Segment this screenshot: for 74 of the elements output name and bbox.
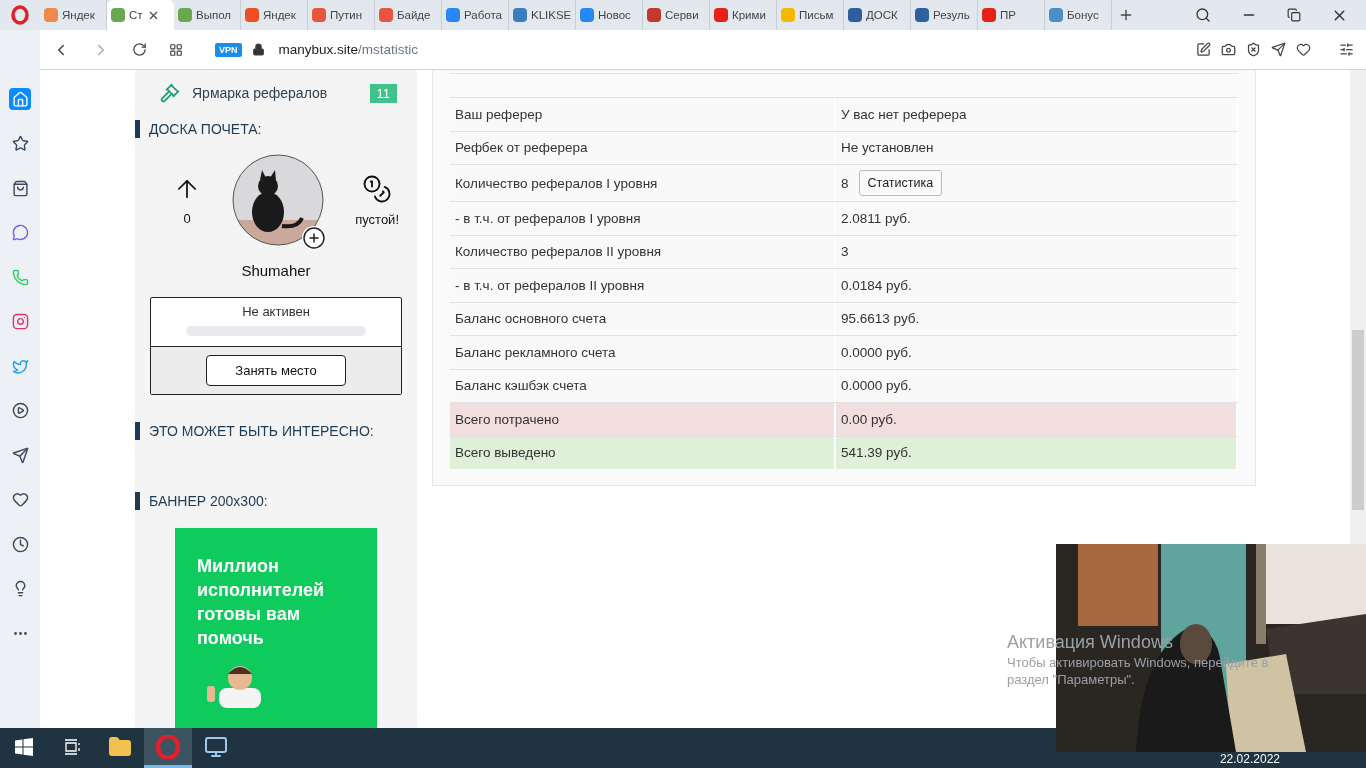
tabs-grid-icon[interactable] [169, 42, 183, 57]
row-value: 95.6613 руб. [841, 311, 920, 327]
shield-icon[interactable] [1246, 42, 1261, 57]
computer-icon [204, 734, 228, 759]
send-icon[interactable] [1271, 42, 1286, 57]
banner-text: Миллион исполнителей готовы вам помочь [197, 555, 325, 650]
browser-tab[interactable]: Выпол [174, 0, 241, 30]
coins-icon [362, 173, 393, 204]
add-icon[interactable] [302, 226, 327, 250]
browser-tab[interactable]: Крими [710, 0, 777, 30]
browser-tab[interactable]: ДОСК [844, 0, 911, 30]
up-count: 0 [183, 210, 191, 226]
clock-date: 22.02.2022 [1219, 752, 1280, 768]
browser-tab[interactable]: Новос [576, 0, 643, 30]
coins-status: пустой! [355, 211, 399, 227]
search-icon[interactable] [1195, 7, 1211, 23]
row-value: Не установлен [841, 140, 934, 156]
settings-icon[interactable] [1339, 42, 1354, 57]
gavel-icon [160, 83, 180, 103]
user-name: Shumaher [240, 262, 312, 279]
row-label: Количество рефералов II уровня [455, 244, 662, 260]
row-value: 0.0000 руб. [841, 378, 912, 394]
row-value: 541.39 руб. [841, 445, 912, 461]
windows-icon [15, 737, 33, 756]
new-tab-icon[interactable] [1118, 7, 1134, 23]
row-label: Ваш реферер [455, 106, 543, 122]
folder-icon [108, 734, 132, 759]
row-label: Всего потрачено [455, 411, 560, 427]
browser-tab[interactable]: Ст [107, 0, 174, 30]
browser-tab[interactable]: Бонус [1045, 0, 1112, 30]
camera-icon[interactable] [1221, 42, 1236, 57]
row-label: Баланс основного счета [455, 311, 607, 327]
row-label: Баланс кэшбэк счета [455, 378, 587, 394]
reload-icon[interactable] [132, 42, 147, 57]
row-label: Баланс рекламного счета [455, 344, 616, 360]
restore-icon[interactable] [1287, 8, 1301, 22]
take-place-button[interactable]: Занять место [206, 355, 346, 386]
edit-icon[interactable] [1196, 42, 1211, 57]
address-field[interactable]: manybux.site/mstatistic [278, 42, 419, 57]
row-value: 3 [841, 244, 849, 260]
row-value: 0.0000 руб. [841, 344, 912, 360]
section-heading: ДОСКА ПОЧЕТА: [135, 120, 417, 138]
row-label: Рефбек от реферера [455, 140, 588, 156]
opera-icon[interactable] [11, 5, 29, 25]
opera-icon [156, 734, 180, 759]
browser-tab[interactable]: Байде [375, 0, 442, 30]
lock-icon [251, 43, 265, 56]
row-label: Количество рефералов I уровня [455, 175, 658, 191]
home-icon[interactable] [9, 88, 31, 110]
row-label: - в т.ч. от рефералов II уровня [455, 277, 645, 293]
row-value: 0.00 руб. [841, 411, 897, 427]
heart-icon[interactable] [1296, 42, 1311, 57]
scrollbar-thumb[interactable] [1352, 330, 1364, 510]
statistics-button[interactable]: Статистика [858, 170, 943, 196]
browser-tab[interactable]: Резуль [911, 0, 978, 30]
row-value: 2.0811 руб. [841, 210, 911, 226]
status-text: Не активен [242, 304, 310, 319]
section-heading: БАННЕР 200x300: [135, 492, 417, 510]
row-label: - в т.ч. от рефералов I уровня [455, 210, 641, 226]
browser-tab[interactable]: Яндек [241, 0, 308, 30]
row-value: У вас нет реферера [841, 106, 967, 122]
browser-tab[interactable]: Путин [308, 0, 375, 30]
browser-tab[interactable]: Серви [643, 0, 710, 30]
section-heading: ЭТО МОЖЕТ БЫТЬ ИНТЕРЕСНО: [135, 422, 417, 440]
row-value: 8 [841, 175, 849, 191]
menu-link[interactable]: Ярмарка рефералов [192, 85, 328, 101]
count-badge: 11 [369, 83, 397, 103]
browser-tab[interactable]: ПР [978, 0, 1045, 30]
row-value: 0.0184 руб. [841, 277, 912, 293]
row-label: Всего выведено [455, 445, 556, 461]
task-view-icon [63, 738, 81, 755]
browser-tab[interactable]: Работа [442, 0, 509, 30]
browser-tab[interactable]: Письм [777, 0, 844, 30]
browser-tab[interactable]: KLIKSE [509, 0, 576, 30]
